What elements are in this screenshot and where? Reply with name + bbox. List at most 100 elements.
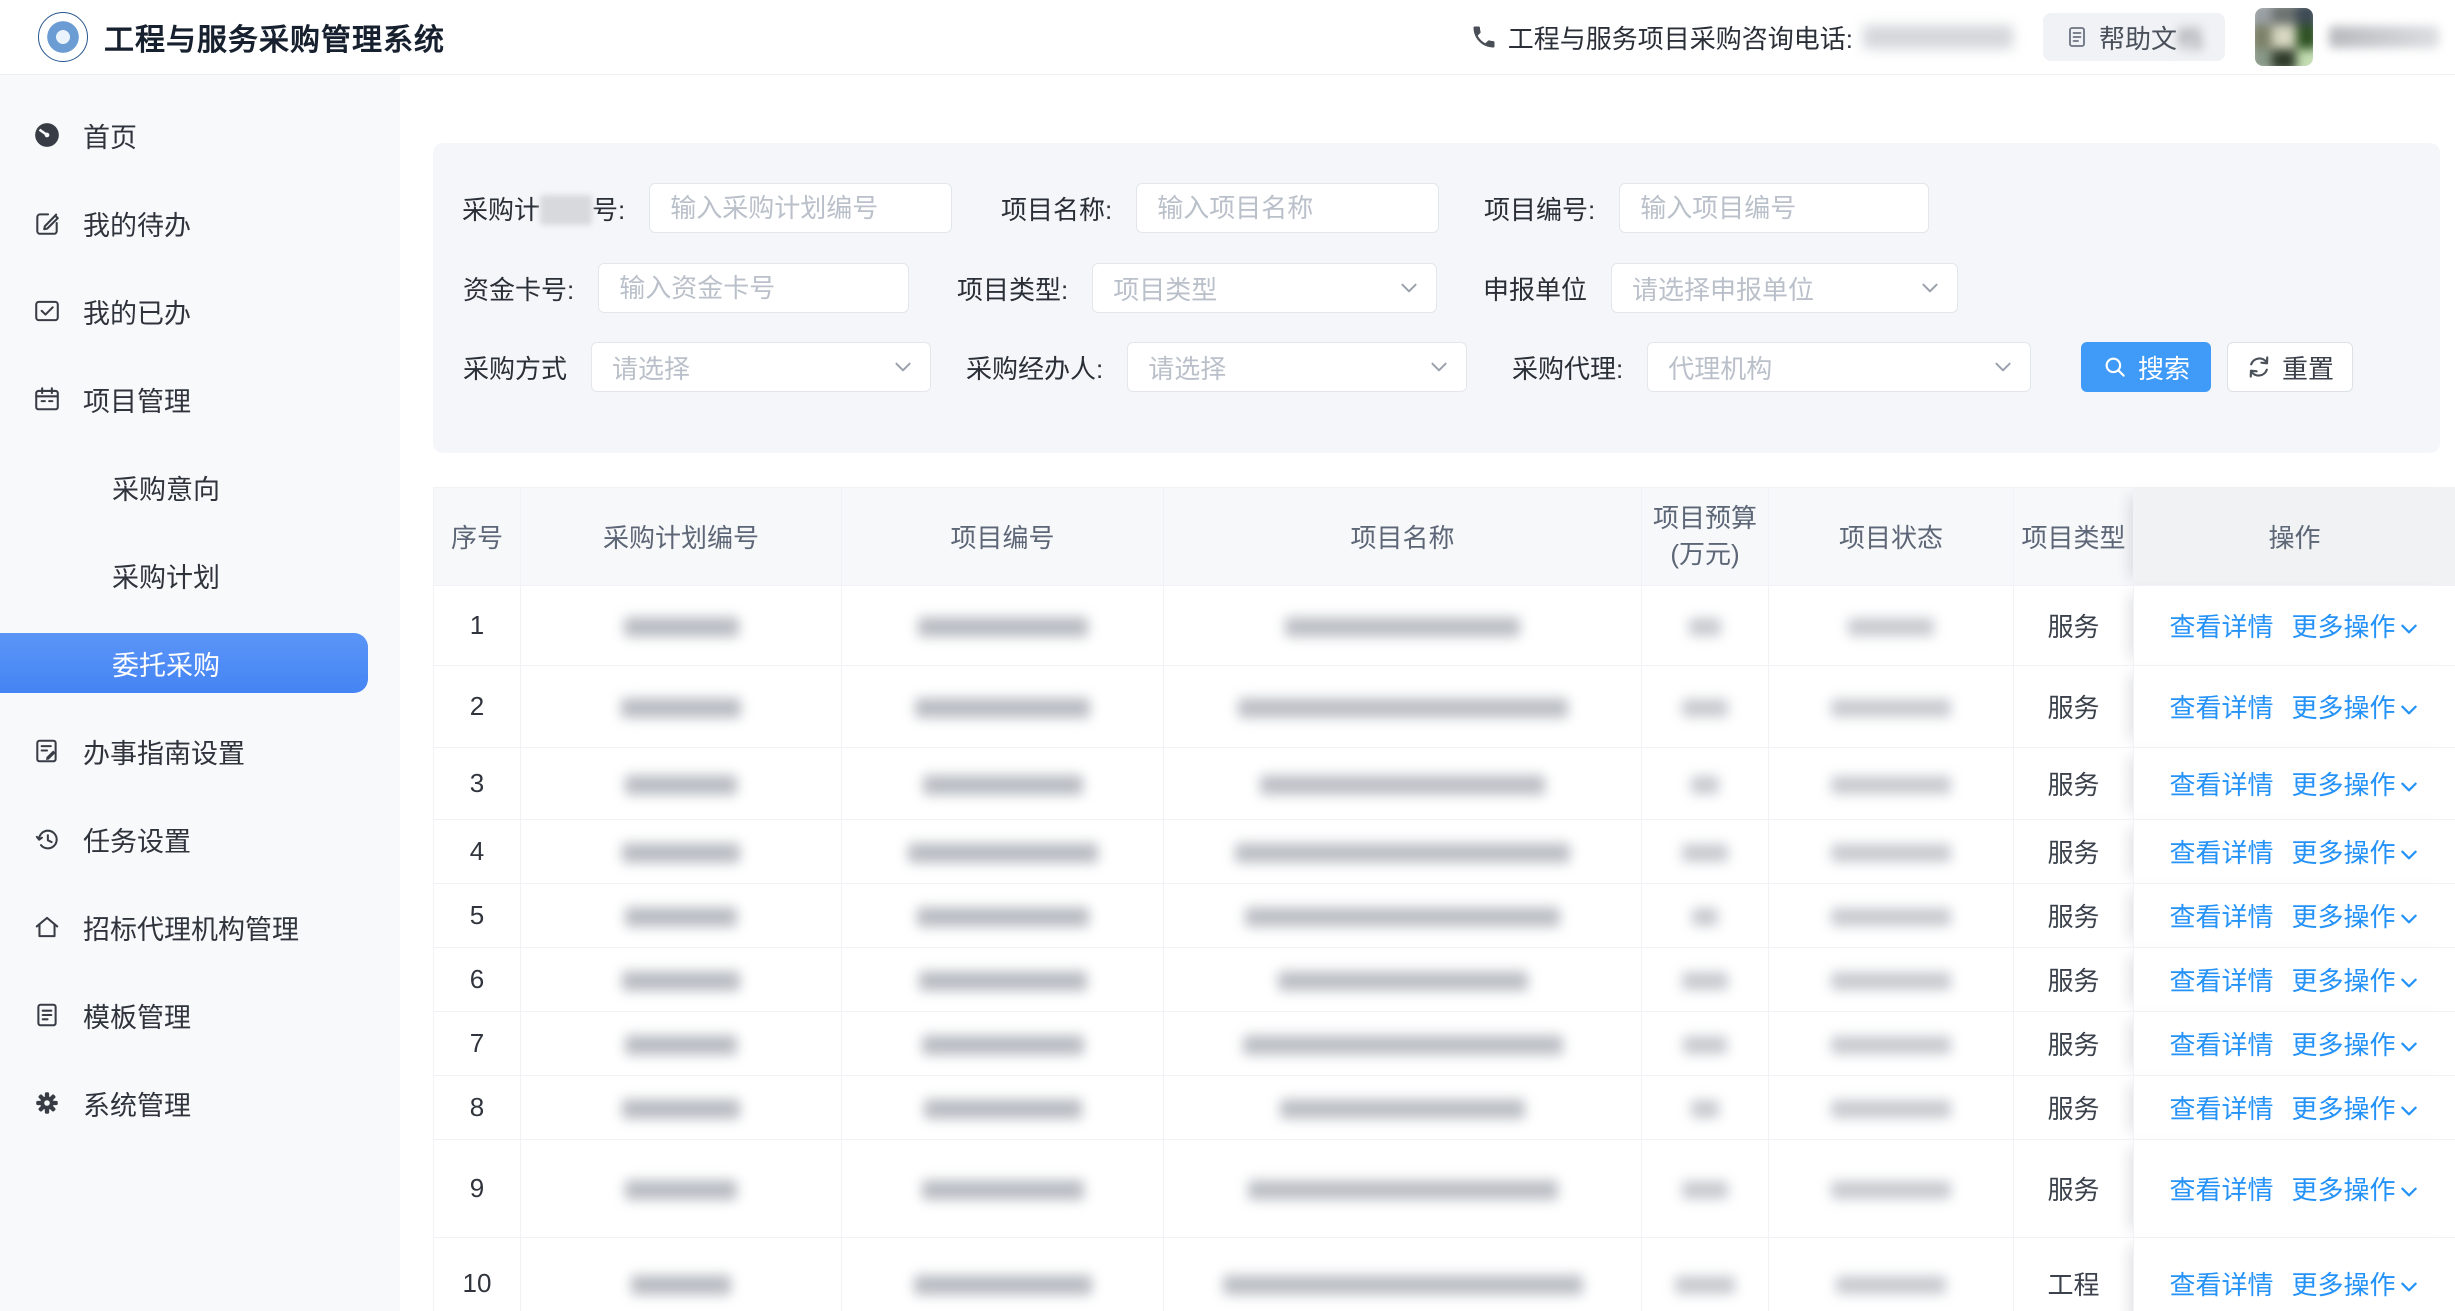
view-details-link[interactable]: 查看详情	[2169, 1270, 2273, 1300]
redacted-status	[1769, 1076, 2014, 1140]
redacted-status	[1769, 1140, 2014, 1238]
more-actions-link[interactable]: 更多操作	[2292, 838, 2420, 868]
col-budget: 项目预算(万元)	[1642, 488, 1769, 586]
redacted-budget	[1642, 1140, 1769, 1238]
more-actions-link[interactable]: 更多操作	[2292, 770, 2420, 800]
more-actions-link[interactable]: 更多操作	[2292, 1175, 2420, 1205]
more-actions-link[interactable]: 更多操作	[2292, 902, 2420, 932]
active-item-highlight: 委托采购	[0, 633, 368, 693]
main-content: 采购计划编号: 项目名称: 项目编号: 资金卡号: 项目类型: 项目类型	[400, 75, 2455, 1311]
more-actions-link[interactable]: 更多操作	[2292, 612, 2420, 642]
row-actions: 查看详情更多操作	[2134, 820, 2455, 884]
check-square-icon	[33, 297, 61, 325]
consult-phone: 工程与服务项目采购咨询电话:	[1470, 19, 2013, 56]
view-details-link[interactable]: 查看详情	[2169, 1175, 2273, 1205]
redacted-plan-no	[521, 666, 842, 748]
projects-table: 序号 采购计划编号 项目编号 项目名称 项目预算(万元) 项目状态 项目类型 操…	[433, 487, 2455, 1311]
chevron-down-icon	[1398, 277, 1420, 299]
reset-button[interactable]: 重置	[2227, 342, 2353, 392]
sidebar-item-my-done[interactable]: 我的已办	[0, 267, 400, 355]
sidebar-item-my-todo[interactable]: 我的待办	[0, 179, 400, 267]
project-type-cell: 服务	[2014, 748, 2134, 820]
sidebar-item-agency-mgmt[interactable]: 招标代理机构管理	[0, 883, 400, 971]
search-icon	[2102, 354, 2128, 380]
more-actions-link[interactable]: 更多操作	[2292, 1270, 2420, 1300]
avatar[interactable]	[2255, 8, 2313, 66]
col-actions: 操作	[2134, 488, 2455, 586]
table-row: 9服务查看详情更多操作	[434, 1140, 2455, 1238]
sidebar-item-project-mgmt[interactable]: 项目管理	[0, 355, 400, 443]
sidebar-item-home[interactable]: 首页	[0, 91, 400, 179]
search-button[interactable]: 搜索	[2081, 342, 2211, 392]
project-name-input[interactable]	[1136, 183, 1439, 233]
table-row: 6服务查看详情更多操作	[434, 948, 2455, 1012]
table-row: 5服务查看详情更多操作	[434, 884, 2455, 948]
purchase-method-select[interactable]: 请选择	[591, 342, 931, 392]
view-details-link[interactable]: 查看详情	[2169, 902, 2273, 932]
redacted-project-name	[1164, 820, 1642, 884]
redacted-status	[1769, 666, 2014, 748]
project-type-cell: 服务	[2014, 1140, 2134, 1238]
row-actions: 查看详情更多操作	[2134, 948, 2455, 1012]
col-plan-no: 采购计划编号	[521, 488, 842, 586]
view-details-link[interactable]: 查看详情	[2169, 693, 2273, 723]
project-type-cell: 服务	[2014, 1012, 2134, 1076]
row-index: 4	[434, 820, 521, 884]
view-details-link[interactable]: 查看详情	[2169, 1030, 2273, 1060]
project-type-cell: 服务	[2014, 666, 2134, 748]
purchase-handler-select[interactable]: 请选择	[1127, 342, 1467, 392]
row-index: 8	[434, 1076, 521, 1140]
redacted-plan-no	[521, 1238, 842, 1311]
view-details-link[interactable]: 查看详情	[2169, 966, 2273, 996]
sidebar-item-system-mgmt[interactable]: 系统管理	[0, 1059, 400, 1147]
redacted-project-no	[842, 948, 1164, 1012]
sidebar-item-procurement-intent[interactable]: 采购意向	[0, 443, 400, 531]
plan-no-input[interactable]	[649, 183, 952, 233]
sidebar-item-task-settings[interactable]: 任务设置	[0, 795, 400, 883]
project-type-select[interactable]: 项目类型	[1092, 263, 1437, 313]
row-actions: 查看详情更多操作	[2134, 884, 2455, 948]
declare-unit-select[interactable]: 请选择申报单位	[1611, 263, 1958, 313]
more-actions-link[interactable]: 更多操作	[2292, 966, 2420, 996]
help-doc-button[interactable]: 帮助文档	[2043, 13, 2225, 61]
fund-card-input[interactable]	[598, 263, 909, 313]
redacted-project-no	[842, 884, 1164, 948]
redacted-plan-no	[521, 1012, 842, 1076]
table-row: 10工程查看详情更多操作	[434, 1238, 2455, 1311]
view-details-link[interactable]: 查看详情	[2169, 1094, 2273, 1124]
sidebar-item-procurement-plan[interactable]: 采购计划	[0, 531, 400, 619]
view-details-link[interactable]: 查看详情	[2169, 838, 2273, 868]
calendar-icon	[33, 385, 61, 413]
redacted-status	[1769, 884, 2014, 948]
sidebar-item-guide-settings[interactable]: 办事指南设置	[0, 707, 400, 795]
col-project-no: 项目编号	[842, 488, 1164, 586]
view-details-link[interactable]: 查看详情	[2169, 770, 2273, 800]
row-actions: 查看详情更多操作	[2134, 748, 2455, 820]
more-actions-link[interactable]: 更多操作	[2292, 1030, 2420, 1060]
topbar: 工程与服务采购管理系统 工程与服务项目采购咨询电话: 帮助文档	[0, 0, 2455, 75]
chevron-down-icon	[2398, 699, 2420, 721]
more-actions-link[interactable]: 更多操作	[2292, 693, 2420, 723]
project-type-cell: 服务	[2014, 884, 2134, 948]
chevron-down-icon	[1992, 356, 2014, 378]
chevron-down-icon	[2398, 1100, 2420, 1122]
project-type-cell: 服务	[2014, 1076, 2134, 1140]
redacted-project-name	[1164, 1076, 1642, 1140]
redacted-username	[2329, 26, 2439, 48]
chevron-down-icon	[2398, 776, 2420, 798]
more-actions-link[interactable]: 更多操作	[2292, 1094, 2420, 1124]
redacted-project-no	[842, 1140, 1164, 1238]
sidebar-item-entrusted-procurement[interactable]: 委托采购	[0, 619, 400, 707]
project-no-input[interactable]	[1619, 183, 1929, 233]
purchase-agent-select[interactable]: 代理机构	[1647, 342, 2031, 392]
project-type-cell: 服务	[2014, 948, 2134, 1012]
sidebar-item-template-mgmt[interactable]: 模板管理	[0, 971, 400, 1059]
chevron-down-icon	[2398, 618, 2420, 640]
view-details-link[interactable]: 查看详情	[2169, 612, 2273, 642]
redacted-budget	[1642, 1076, 1769, 1140]
row-index: 2	[434, 666, 521, 748]
chevron-down-icon	[2398, 1181, 2420, 1203]
row-actions: 查看详情更多操作	[2134, 1012, 2455, 1076]
redacted-budget	[1642, 748, 1769, 820]
table-row: 7服务查看详情更多操作	[434, 1012, 2455, 1076]
